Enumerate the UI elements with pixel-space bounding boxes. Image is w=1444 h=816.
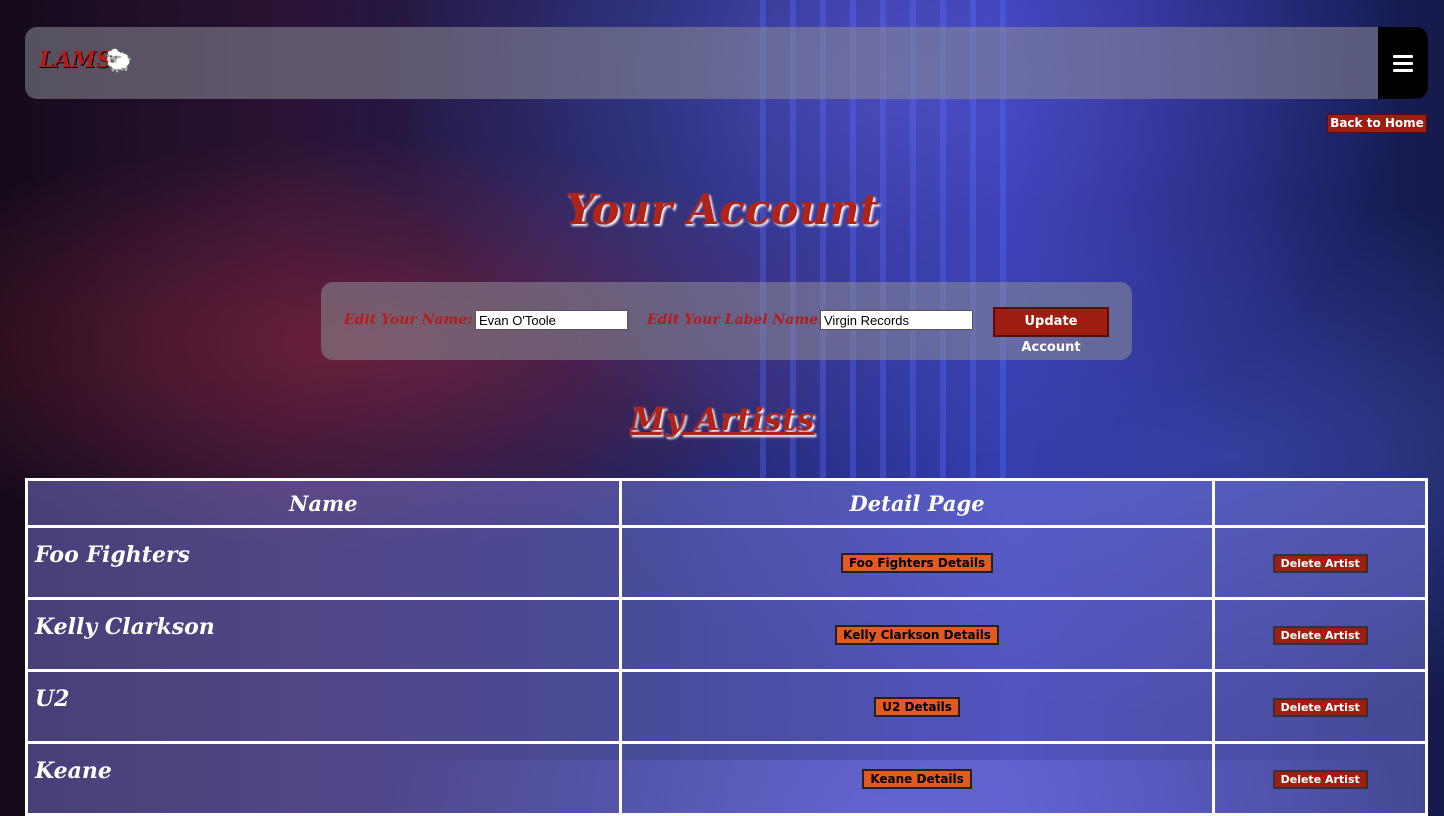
account-form: Edit Your Name: Edit Your Label Name: Up… [321,282,1132,360]
artist-name: Foo Fighters [25,525,622,600]
column-header-detail: Detail Page [618,478,1216,528]
table-header-row: Name Detail Page [25,478,1428,528]
column-header-actions [1212,478,1428,528]
hamburger-menu-button[interactable] [1378,27,1428,99]
menu-bar-icon [1393,54,1413,58]
brand-logo[interactable]: LAMS [39,47,112,73]
label-name-input[interactable] [820,310,973,330]
artists-table: Name Detail Page Foo Fighters Foo Fighte… [25,478,1428,816]
update-account-button[interactable]: Update Account [993,307,1109,355]
table-row: Kelly Clarkson Kelly Clarkson Details De… [25,597,1428,672]
delete-artist-button[interactable]: Delete Artist [1272,554,1368,573]
menu-bar-icon [1393,68,1413,72]
name-label: Edit Your Name: [344,312,473,328]
menu-bar-icon [1393,61,1413,65]
table-row: Foo Fighters Foo Fighters Details Delete… [25,525,1428,600]
column-header-name: Name [25,478,622,528]
artist-name: Keane [25,741,622,816]
artist-details-button[interactable]: U2 Details [874,697,960,717]
my-artists-heading: My Artists [629,400,815,438]
table-row: Keane Keane Details Delete Artist [25,741,1428,816]
navbar: LAMS 🐑 [25,27,1428,99]
delete-artist-button[interactable]: Delete Artist [1272,626,1368,645]
page-title: Your Account [565,185,879,234]
delete-artist-button[interactable]: Delete Artist [1272,770,1368,789]
label-name-label: Edit Your Label Name: [647,312,824,328]
artist-details-button[interactable]: Keane Details [862,769,972,789]
delete-artist-button[interactable]: Delete Artist [1272,698,1368,717]
artist-name: Kelly Clarkson [25,597,622,672]
sheep-icon: 🐑 [105,49,133,74]
artist-details-button[interactable]: Foo Fighters Details [840,553,994,573]
name-input[interactable] [475,310,628,330]
artist-name: U2 [25,669,622,744]
table-row: U2 U2 Details Delete Artist [25,669,1428,744]
back-to-home-button[interactable]: Back to Home [1327,114,1427,133]
artist-details-button[interactable]: Kelly Clarkson Details [835,625,999,645]
